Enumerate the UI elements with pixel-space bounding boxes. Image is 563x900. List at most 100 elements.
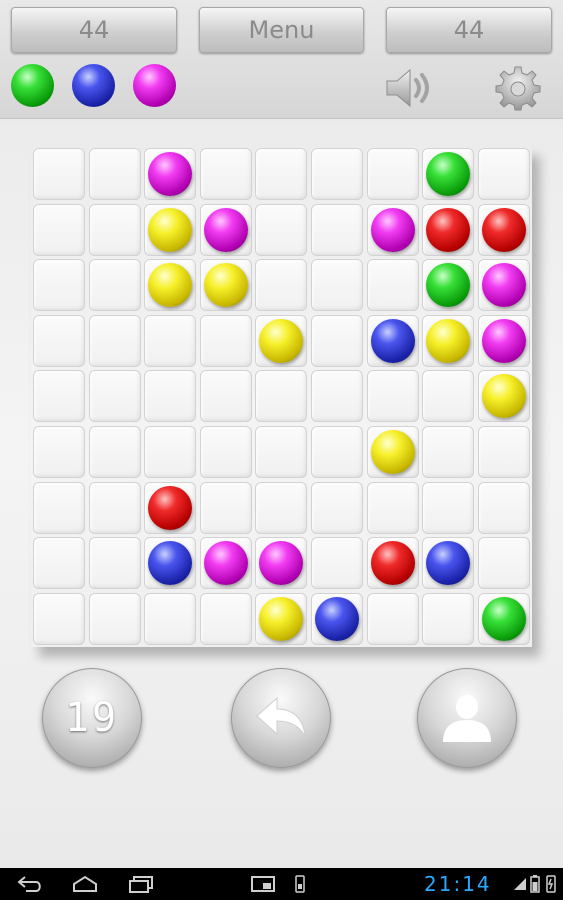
board-cell[interactable] <box>422 482 474 534</box>
board-cell[interactable] <box>33 370 85 422</box>
board-cell[interactable] <box>311 593 363 645</box>
sound-icon[interactable] <box>383 66 437 110</box>
ball-red[interactable] <box>148 486 192 530</box>
board-cell[interactable] <box>422 315 474 367</box>
board-cell[interactable] <box>311 259 363 311</box>
board-cell[interactable] <box>33 537 85 589</box>
board-cell[interactable] <box>200 537 252 589</box>
board-cell[interactable] <box>200 426 252 478</box>
ball-yellow[interactable] <box>259 597 303 641</box>
board-cell[interactable] <box>200 259 252 311</box>
board-cell[interactable] <box>33 259 85 311</box>
ball-magenta[interactable] <box>371 208 415 252</box>
board-cell[interactable] <box>255 537 307 589</box>
board-cell[interactable] <box>144 315 196 367</box>
board-cell[interactable] <box>367 426 419 478</box>
ball-magenta[interactable] <box>482 319 526 363</box>
menu-button[interactable]: Menu <box>199 7 364 53</box>
board-cell[interactable] <box>478 148 530 200</box>
moves-counter-button[interactable]: 19 <box>42 668 142 768</box>
board-cell[interactable] <box>144 204 196 256</box>
board-cell[interactable] <box>255 204 307 256</box>
board-cell[interactable] <box>422 593 474 645</box>
score-right-button[interactable]: 44 <box>386 7 552 53</box>
board-cell[interactable] <box>33 482 85 534</box>
board-cell[interactable] <box>478 259 530 311</box>
board-cell[interactable] <box>255 370 307 422</box>
board-cell[interactable] <box>89 537 141 589</box>
board-cell[interactable] <box>144 148 196 200</box>
board-cell[interactable] <box>255 315 307 367</box>
board-cell[interactable] <box>311 537 363 589</box>
board-cell[interactable] <box>311 482 363 534</box>
profile-button[interactable] <box>417 668 517 768</box>
board-cell[interactable] <box>422 148 474 200</box>
ball-yellow[interactable] <box>148 263 192 307</box>
board-cell[interactable] <box>367 204 419 256</box>
board-cell[interactable] <box>255 482 307 534</box>
ball-magenta[interactable] <box>482 263 526 307</box>
ball-red[interactable] <box>482 208 526 252</box>
board-cell[interactable] <box>367 259 419 311</box>
ball-red[interactable] <box>426 208 470 252</box>
board-cell[interactable] <box>33 148 85 200</box>
board-cell[interactable] <box>200 593 252 645</box>
board-cell[interactable] <box>478 537 530 589</box>
board-cell[interactable] <box>89 370 141 422</box>
board-cell[interactable] <box>311 315 363 367</box>
board-cell[interactable] <box>478 204 530 256</box>
ball-yellow[interactable] <box>148 208 192 252</box>
board-cell[interactable] <box>144 482 196 534</box>
board-cell[interactable] <box>89 426 141 478</box>
board-cell[interactable] <box>144 370 196 422</box>
board-cell[interactable] <box>422 259 474 311</box>
ball-yellow[interactable] <box>259 319 303 363</box>
board-cell[interactable] <box>367 148 419 200</box>
board-cell[interactable] <box>422 370 474 422</box>
back-icon[interactable] <box>16 874 44 894</box>
ball-blue[interactable] <box>371 319 415 363</box>
board-cell[interactable] <box>200 370 252 422</box>
screenshot-icon[interactable] <box>250 874 276 894</box>
board-cell[interactable] <box>144 537 196 589</box>
board-cell[interactable] <box>311 426 363 478</box>
ball-blue[interactable] <box>148 541 192 585</box>
board-cell[interactable] <box>89 593 141 645</box>
ball-green[interactable] <box>426 152 470 196</box>
ball-yellow[interactable] <box>204 263 248 307</box>
ball-blue[interactable] <box>315 597 359 641</box>
board-cell[interactable] <box>311 204 363 256</box>
board-cell[interactable] <box>311 148 363 200</box>
board-cell[interactable] <box>200 148 252 200</box>
board-cell[interactable] <box>200 204 252 256</box>
recent-apps-icon[interactable] <box>127 874 155 894</box>
board-cell[interactable] <box>144 259 196 311</box>
board-cell[interactable] <box>478 482 530 534</box>
board-cell[interactable] <box>367 537 419 589</box>
ball-yellow[interactable] <box>426 319 470 363</box>
ball-magenta[interactable] <box>204 208 248 252</box>
board-cell[interactable] <box>89 148 141 200</box>
board-cell[interactable] <box>33 593 85 645</box>
home-icon[interactable] <box>70 874 100 894</box>
board-cell[interactable] <box>478 315 530 367</box>
ball-magenta[interactable] <box>204 541 248 585</box>
board-cell[interactable] <box>33 315 85 367</box>
board-cell[interactable] <box>33 426 85 478</box>
board-cell[interactable] <box>89 259 141 311</box>
board-cell[interactable] <box>311 370 363 422</box>
ball-green[interactable] <box>482 597 526 641</box>
board-cell[interactable] <box>255 593 307 645</box>
ball-magenta[interactable] <box>148 152 192 196</box>
board-cell[interactable] <box>478 370 530 422</box>
board-cell[interactable] <box>200 315 252 367</box>
ball-green[interactable] <box>426 263 470 307</box>
board-cell[interactable] <box>89 315 141 367</box>
board-cell[interactable] <box>89 204 141 256</box>
board-cell[interactable] <box>478 593 530 645</box>
board-cell[interactable] <box>367 315 419 367</box>
board-cell[interactable] <box>144 426 196 478</box>
ball-yellow[interactable] <box>371 430 415 474</box>
board-cell[interactable] <box>422 204 474 256</box>
board-cell[interactable] <box>89 482 141 534</box>
